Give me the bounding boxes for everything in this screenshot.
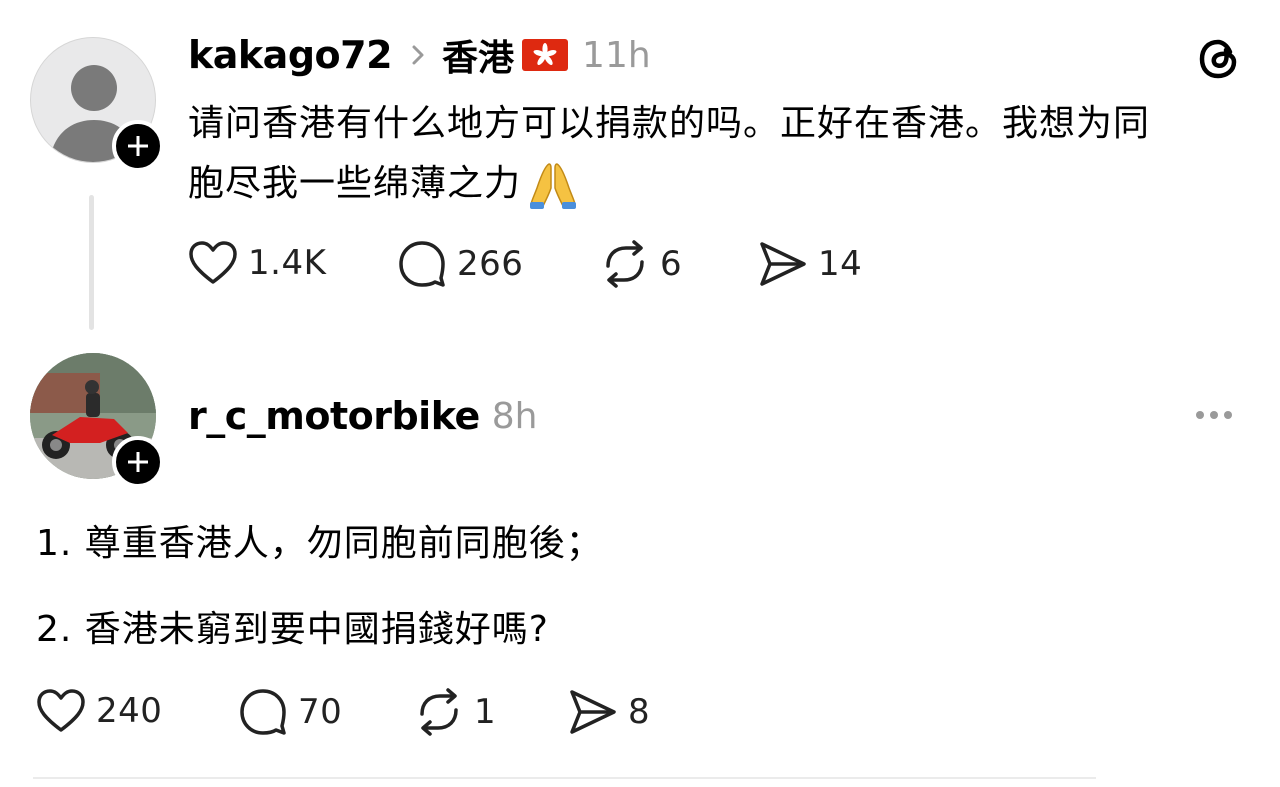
send-icon bbox=[570, 690, 616, 734]
reply-header: r_c_motorbike 8h bbox=[188, 390, 537, 442]
post-text-line-2: 胞尽我一些绵薄之力 bbox=[188, 163, 522, 204]
comment-bubble-icon bbox=[240, 689, 286, 735]
repost-icon bbox=[420, 688, 458, 736]
post-header: kakago72 香港 11h bbox=[188, 30, 651, 80]
send-icon bbox=[760, 242, 806, 286]
repost-button[interactable]: 6 bbox=[600, 240, 682, 288]
reply-like-count: 240 bbox=[96, 691, 163, 731]
reply-line-1: 1. 尊重香港人，勿同胞前同胞後； bbox=[36, 523, 603, 564]
repost-count: 6 bbox=[660, 244, 683, 284]
reply-like-button[interactable]: 240 bbox=[36, 688, 162, 734]
post-text-line-2-row: 胞尽我一些绵薄之力 bbox=[188, 154, 1258, 214]
divider bbox=[33, 777, 1096, 779]
location-tag[interactable]: 香港 bbox=[442, 29, 514, 81]
share-button[interactable]: 14 bbox=[758, 240, 862, 288]
username[interactable]: kakago72 bbox=[188, 33, 393, 77]
reply-reply-button[interactable]: 70 bbox=[238, 688, 342, 736]
comment-bubble-icon bbox=[399, 241, 445, 287]
reply-reply-count: 70 bbox=[298, 692, 343, 732]
post-time: 11h bbox=[582, 34, 651, 76]
plus-icon bbox=[128, 136, 148, 156]
praying-hands-emoji-icon bbox=[530, 163, 577, 209]
more-options-icon[interactable] bbox=[1194, 408, 1234, 422]
post-text-line-1: 请问香港有什么地方可以捐款的吗。正好在香港。我想为同 bbox=[188, 103, 1151, 144]
follow-button-reply[interactable] bbox=[112, 436, 164, 488]
share-count: 14 bbox=[818, 244, 863, 284]
hong-kong-flag-icon bbox=[522, 39, 569, 71]
post-body: 请问香港有什么地方可以捐款的吗。正好在香港。我想为同 胞尽我一些绵薄之力 bbox=[188, 94, 1258, 214]
like-count: 1.4K bbox=[248, 243, 327, 283]
reply-line-2: 2. 香港未窮到要中國捐錢好嗎? bbox=[36, 609, 549, 650]
plus-icon bbox=[128, 452, 148, 472]
heart-icon bbox=[189, 241, 237, 284]
reply-time: 8h bbox=[491, 395, 538, 437]
reply-repost-button[interactable]: 1 bbox=[414, 688, 496, 736]
reply-share-count: 8 bbox=[628, 692, 651, 732]
repost-icon bbox=[606, 240, 644, 288]
reply-button[interactable]: 266 bbox=[397, 240, 523, 288]
chevron-right-icon bbox=[412, 45, 424, 65]
heart-icon bbox=[37, 689, 85, 732]
reply-username[interactable]: r_c_motorbike bbox=[188, 394, 480, 438]
reply-count: 266 bbox=[457, 244, 524, 284]
follow-button[interactable] bbox=[112, 120, 164, 172]
like-button[interactable]: 1.4K bbox=[188, 240, 326, 286]
threads-logo-icon[interactable] bbox=[1196, 36, 1242, 82]
thread-connector-line bbox=[89, 195, 94, 330]
reply-repost-count: 1 bbox=[474, 692, 497, 732]
reply-share-button[interactable]: 8 bbox=[568, 688, 650, 736]
